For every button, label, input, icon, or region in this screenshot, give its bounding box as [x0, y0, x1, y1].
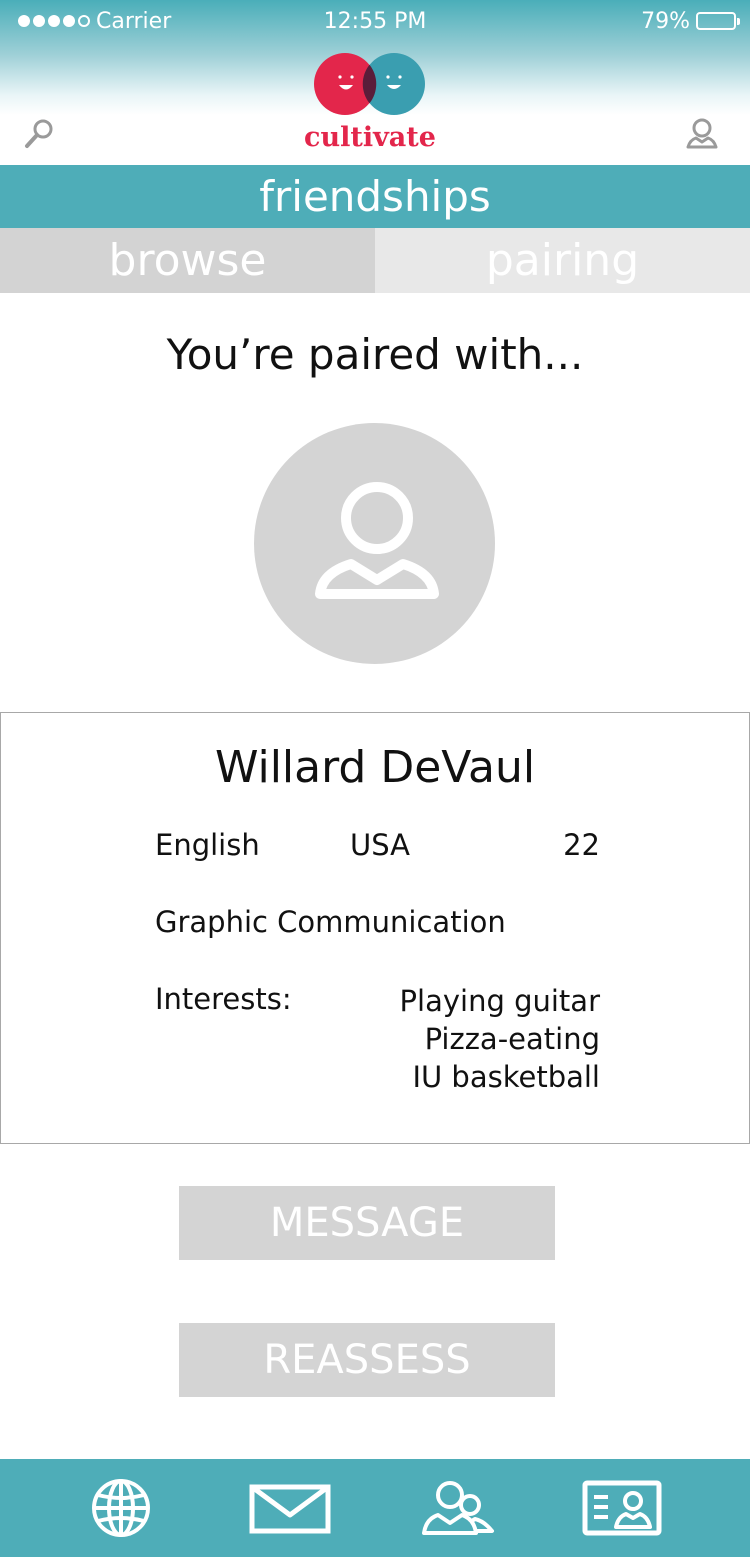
tab-browse[interactable]: browse	[0, 228, 375, 293]
nav-friends[interactable]	[418, 1477, 498, 1539]
nav-globe[interactable]	[88, 1477, 154, 1539]
friends-icon	[422, 1481, 494, 1535]
status-battery: 79%	[641, 6, 740, 36]
app-header: Carrier 12:55 PM 79% cultivate	[0, 0, 750, 165]
message-button[interactable]: MESSAGE	[179, 1186, 555, 1260]
mail-icon	[249, 1484, 331, 1534]
profile-icon[interactable]	[684, 116, 720, 152]
nav-profile-card[interactable]	[582, 1477, 662, 1539]
profile-language: English	[155, 828, 260, 862]
profile-country: USA	[350, 828, 411, 862]
nav-messages[interactable]	[249, 1477, 331, 1539]
cultivate-logo: cultivate	[300, 52, 450, 162]
profile-age: 22	[563, 828, 600, 862]
logo-text: cultivate	[304, 122, 436, 153]
globe-icon	[92, 1479, 150, 1537]
logo-mark-icon	[314, 53, 425, 115]
interest-item: IU basketball	[412, 1060, 600, 1094]
interest-item: Pizza-eating	[424, 1022, 600, 1056]
interests-list: Playing guitar Pizza-eating IU basketbal…	[300, 982, 600, 1096]
user-avatar-icon	[315, 482, 439, 599]
reassess-button[interactable]: REASSESS	[179, 1323, 555, 1397]
status-time: 12:55 PM	[323, 8, 427, 34]
paired-heading: You’re paired with...	[166, 330, 584, 379]
id-card-icon	[582, 1480, 662, 1536]
battery-icon	[696, 12, 740, 30]
interest-item: Playing guitar	[399, 984, 600, 1018]
profile-major: Graphic Communication	[155, 905, 506, 939]
profile-name: Willard DeVaul	[214, 742, 536, 793]
battery-percent: 79%	[641, 8, 690, 34]
interests-label: Interests:	[155, 982, 292, 1016]
search-icon[interactable]	[22, 116, 58, 152]
avatar	[254, 423, 495, 664]
bottom-nav	[0, 1459, 750, 1557]
section-title: friendships	[0, 165, 750, 228]
tab-pairing[interactable]: pairing	[375, 228, 750, 293]
